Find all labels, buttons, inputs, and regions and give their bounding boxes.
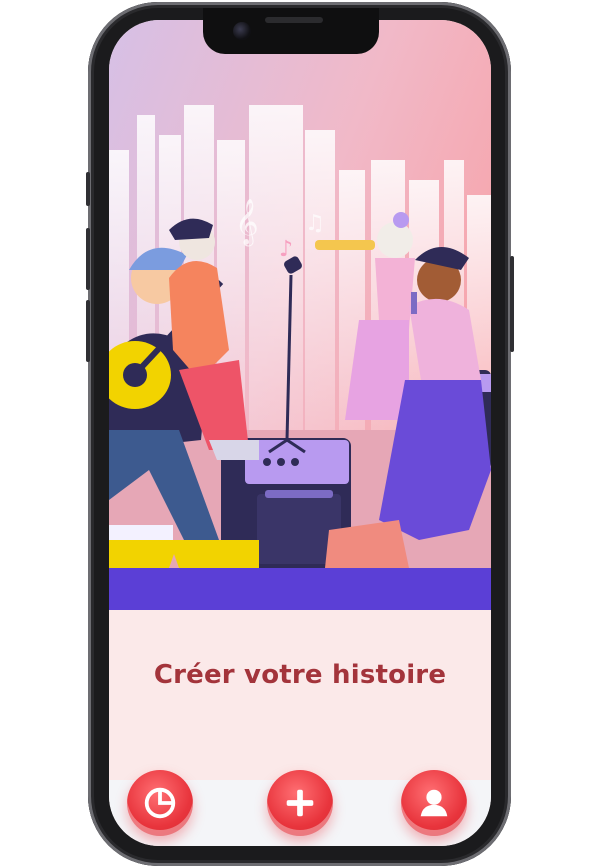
svg-text:𝄞: 𝄞 (235, 199, 259, 247)
earpiece-speaker (265, 17, 323, 23)
svg-text:♫: ♫ (305, 211, 325, 236)
plus-icon (286, 789, 314, 817)
svg-text:♪: ♪ (279, 237, 293, 262)
create-story-button[interactable] (267, 770, 333, 836)
front-camera (233, 22, 251, 40)
phone-notch (203, 8, 379, 54)
app-screen: 𝄞 ♪ ♫ Créer votre histoire (109, 20, 491, 846)
power-button (510, 256, 514, 352)
volume-down-button (86, 300, 90, 362)
user-icon (420, 789, 448, 817)
create-story-title[interactable]: Créer votre histoire (109, 660, 491, 690)
stage-floor (109, 568, 491, 610)
stats-button[interactable] (127, 770, 193, 836)
volume-up-button (86, 228, 90, 290)
silent-switch (86, 172, 90, 206)
pie-chart-icon (144, 787, 176, 819)
concert-illustration: 𝄞 ♪ ♫ (109, 20, 491, 610)
profile-button[interactable] (401, 770, 467, 836)
